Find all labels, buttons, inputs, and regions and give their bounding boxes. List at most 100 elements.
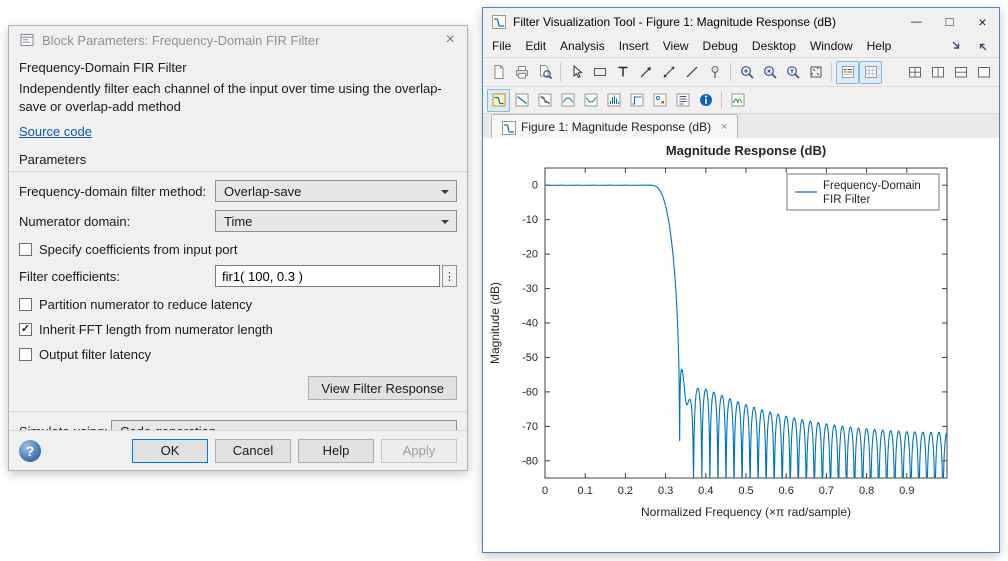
figure-tab[interactable]: Figure 1: Magnitude Response (dB) × xyxy=(491,114,738,138)
print-preview-icon xyxy=(539,65,552,80)
y-axis-label: Magnitude (dB) xyxy=(488,282,502,364)
legend[interactable]: Frequency-Domain FIR Filter xyxy=(786,173,940,211)
print-preview-button[interactable] xyxy=(533,61,556,84)
dropdown-arrow-icon xyxy=(441,190,449,198)
phase-delay-button[interactable] xyxy=(579,89,602,112)
coefficients-button[interactable] xyxy=(671,89,694,112)
legend-toggle-button[interactable] xyxy=(836,60,859,84)
menu-insert[interactable]: Insert xyxy=(612,36,656,56)
zoom-in-icon xyxy=(740,66,754,79)
menu-desktop[interactable]: Desktop xyxy=(745,36,803,56)
layout-single-icon xyxy=(977,67,990,78)
block-parameters-dialog: Block Parameters: Frequency-Domain FIR F… xyxy=(8,25,468,471)
rectangle-tool-icon xyxy=(593,68,606,76)
close-button[interactable]: × xyxy=(966,8,999,35)
axes-box xyxy=(544,167,948,479)
text-tool-icon xyxy=(618,66,627,77)
dialog-form-icon xyxy=(19,32,35,48)
legend-label-line1: Frequency-Domain xyxy=(823,180,921,192)
specify-coefficients-checkbox[interactable] xyxy=(19,243,32,257)
fvtool-titlebar[interactable]: Filter Visualization Tool - Figure 1: Ma… xyxy=(483,8,999,35)
partition-numerator-checkbox[interactable] xyxy=(19,298,32,312)
numerator-domain-dropdown[interactable]: Time xyxy=(215,210,457,233)
new-document-button[interactable] xyxy=(487,61,510,84)
y-tick-label: -80 xyxy=(522,455,538,467)
menu-view[interactable]: View xyxy=(656,36,696,56)
y-tick-label: -20 xyxy=(522,249,538,261)
phase-response-button[interactable] xyxy=(510,89,533,112)
edit-plot-icon xyxy=(573,64,583,79)
x-tick-label: 0.7 xyxy=(819,485,834,497)
arrow-tool-button[interactable] xyxy=(634,61,657,84)
double-arrow-tool-button[interactable] xyxy=(657,61,680,84)
dock-figure-button[interactable] xyxy=(945,35,968,58)
menu-debug[interactable]: Debug xyxy=(696,36,745,56)
minimize-button[interactable]: — xyxy=(900,8,933,35)
print-button[interactable] xyxy=(510,61,533,84)
step-response-icon xyxy=(630,93,643,107)
zoom-x-button[interactable] xyxy=(758,61,781,84)
filter-info-button[interactable] xyxy=(694,89,717,112)
magnitude-response-button[interactable] xyxy=(487,88,510,112)
zoom-in-button[interactable] xyxy=(735,61,758,84)
specify-coefficients-label: Specify coefficients from input port xyxy=(39,242,238,258)
help-button[interactable]: Help xyxy=(298,438,374,463)
group-delay-button[interactable] xyxy=(556,89,579,112)
toolbar-separator xyxy=(560,63,561,81)
source-code-link[interactable]: Source code xyxy=(19,124,92,139)
output-latency-checkbox[interactable] xyxy=(19,348,32,362)
analysis-toolbar xyxy=(483,86,999,113)
tab-close-icon[interactable]: × xyxy=(721,121,727,133)
grid-toggle-icon xyxy=(864,66,877,78)
help-icon[interactable]: ? xyxy=(19,439,41,462)
layout-columns-button[interactable] xyxy=(926,61,949,84)
step-response-button[interactable] xyxy=(625,89,648,112)
edit-plot-button[interactable] xyxy=(565,61,588,84)
x-tick-label: 0.9 xyxy=(899,485,914,497)
layout-rows-button[interactable] xyxy=(949,61,972,84)
pole-zero-button[interactable] xyxy=(648,89,671,112)
full-view-button[interactable] xyxy=(804,61,827,84)
zoom-y-icon xyxy=(786,66,800,79)
edit-coefficients-button[interactable]: ⋮ xyxy=(442,265,457,288)
magnitude-phase-icon xyxy=(538,93,551,107)
apply-button: Apply xyxy=(381,438,457,463)
filter-method-dropdown[interactable]: Overlap-save xyxy=(215,180,457,203)
menu-help[interactable]: Help xyxy=(860,36,899,56)
layout-grid-button[interactable] xyxy=(903,61,926,84)
view-filter-response-button[interactable]: View Filter Response xyxy=(308,376,457,401)
dialog-titlebar[interactable]: Block Parameters: Frequency-Domain FIR F… xyxy=(9,26,467,54)
menu-edit[interactable]: Edit xyxy=(518,36,553,56)
menu-window[interactable]: Window xyxy=(803,36,860,56)
zoom-y-button[interactable] xyxy=(781,61,804,84)
layout-columns-icon xyxy=(931,67,944,78)
pin-tool-button[interactable] xyxy=(703,61,726,84)
layout-single-button[interactable] xyxy=(972,61,995,84)
grid-toggle-button[interactable] xyxy=(859,60,882,84)
line-tool-button[interactable] xyxy=(680,61,703,84)
inherit-fft-checkbox[interactable]: ✓ xyxy=(19,323,32,337)
magnitude-phase-button[interactable] xyxy=(533,89,556,112)
impulse-response-button[interactable] xyxy=(602,89,625,112)
y-tick-label: -70 xyxy=(522,421,538,433)
y-tick-label: -30 xyxy=(522,283,538,295)
cancel-button[interactable]: Cancel xyxy=(215,438,291,463)
maximize-button[interactable]: □ xyxy=(933,8,966,35)
menu-file[interactable]: File xyxy=(485,36,518,56)
new-document-icon xyxy=(494,65,503,79)
filter-coefficients-input[interactable] xyxy=(215,265,440,288)
chart-title: Magnitude Response (dB) xyxy=(666,143,826,158)
undock-figure-button[interactable] xyxy=(970,35,993,58)
overlay-analysis-button[interactable] xyxy=(726,89,749,112)
text-tool-button[interactable] xyxy=(611,61,634,84)
rectangle-tool-button[interactable] xyxy=(588,61,611,84)
menu-analysis[interactable]: Analysis xyxy=(553,36,612,56)
dialog-body: Frequency-Domain FIR Filter Independentl… xyxy=(9,54,467,432)
filter-info-icon xyxy=(699,94,712,106)
dialog-form-icon xyxy=(20,34,34,46)
arrow-tool-icon xyxy=(640,67,651,78)
dialog-close-icon[interactable]: × xyxy=(444,32,457,48)
legend-toggle-icon xyxy=(841,66,854,78)
figure-plot-area: Magnitude Response (dB) 0 0.1 0.2 0.3 0.4 0.5 0… xyxy=(483,138,999,552)
ok-button[interactable]: OK xyxy=(132,438,208,463)
